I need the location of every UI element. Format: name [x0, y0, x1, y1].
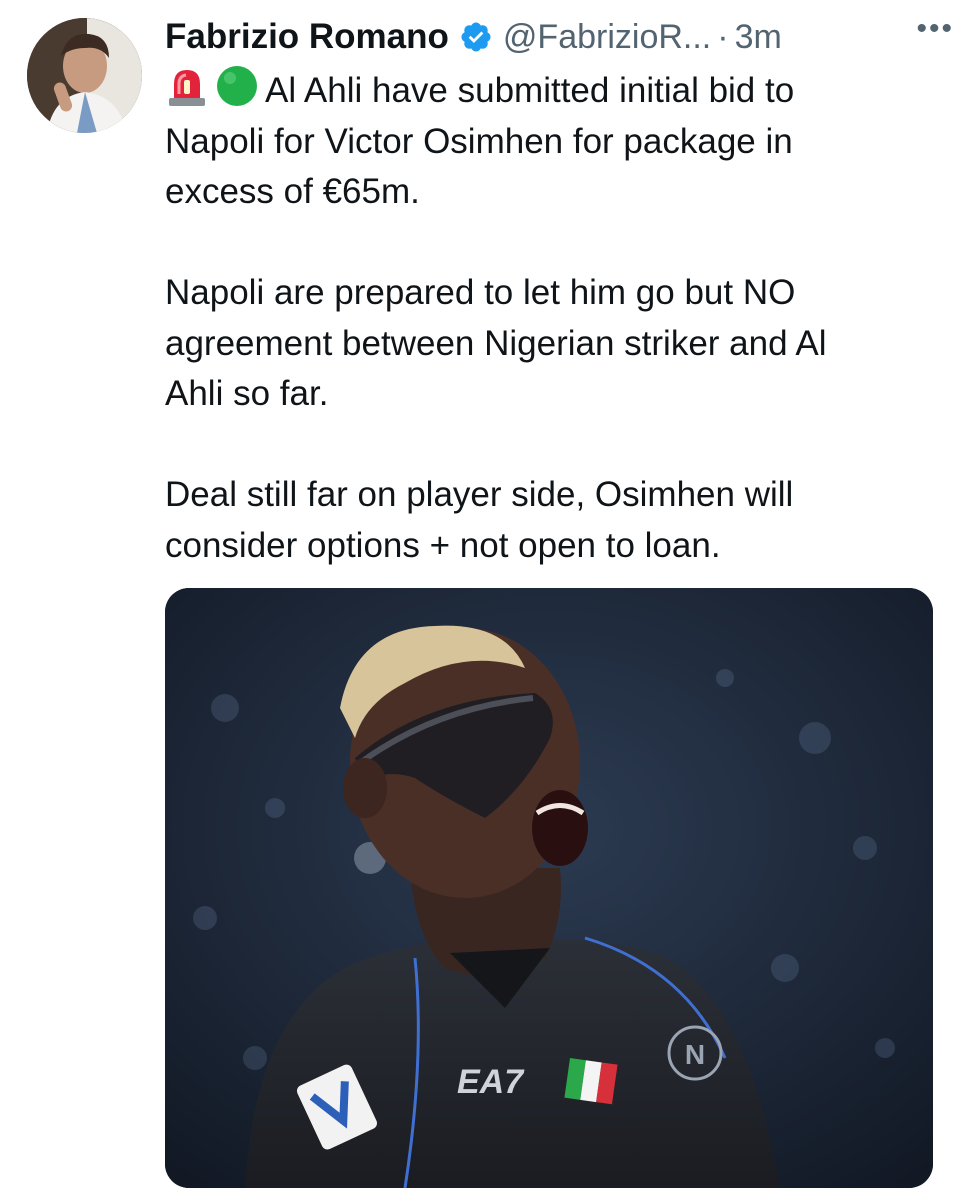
author-name[interactable]: Fabrizio Romano — [165, 17, 449, 57]
tweet-media-image[interactable]: N EA7 — [165, 588, 933, 1188]
more-options-icon[interactable]: ••• — [916, 12, 954, 46]
tweet-header: Fabrizio Romano @FabrizioR... · 3m — [165, 12, 935, 62]
verified-badge-icon — [459, 20, 493, 54]
tweet-text: Al Ahli have submitted initial bid to Na… — [165, 64, 940, 571]
rotating-light-icon — [165, 64, 209, 108]
tweet-body: Napoli for Victor Osimhen for package in… — [165, 121, 827, 565]
separator-dot: · — [717, 17, 729, 56]
green-circle-icon — [215, 64, 259, 108]
timestamp[interactable]: 3m — [735, 18, 782, 57]
author-handle[interactable]: @FabrizioR... — [503, 18, 711, 57]
jersey-logo-text: EA7 — [457, 1063, 525, 1101]
tweet-line-1: Al Ahli have submitted initial bid to — [265, 71, 795, 110]
author-avatar[interactable] — [27, 18, 142, 133]
svg-text:N: N — [685, 1039, 705, 1070]
